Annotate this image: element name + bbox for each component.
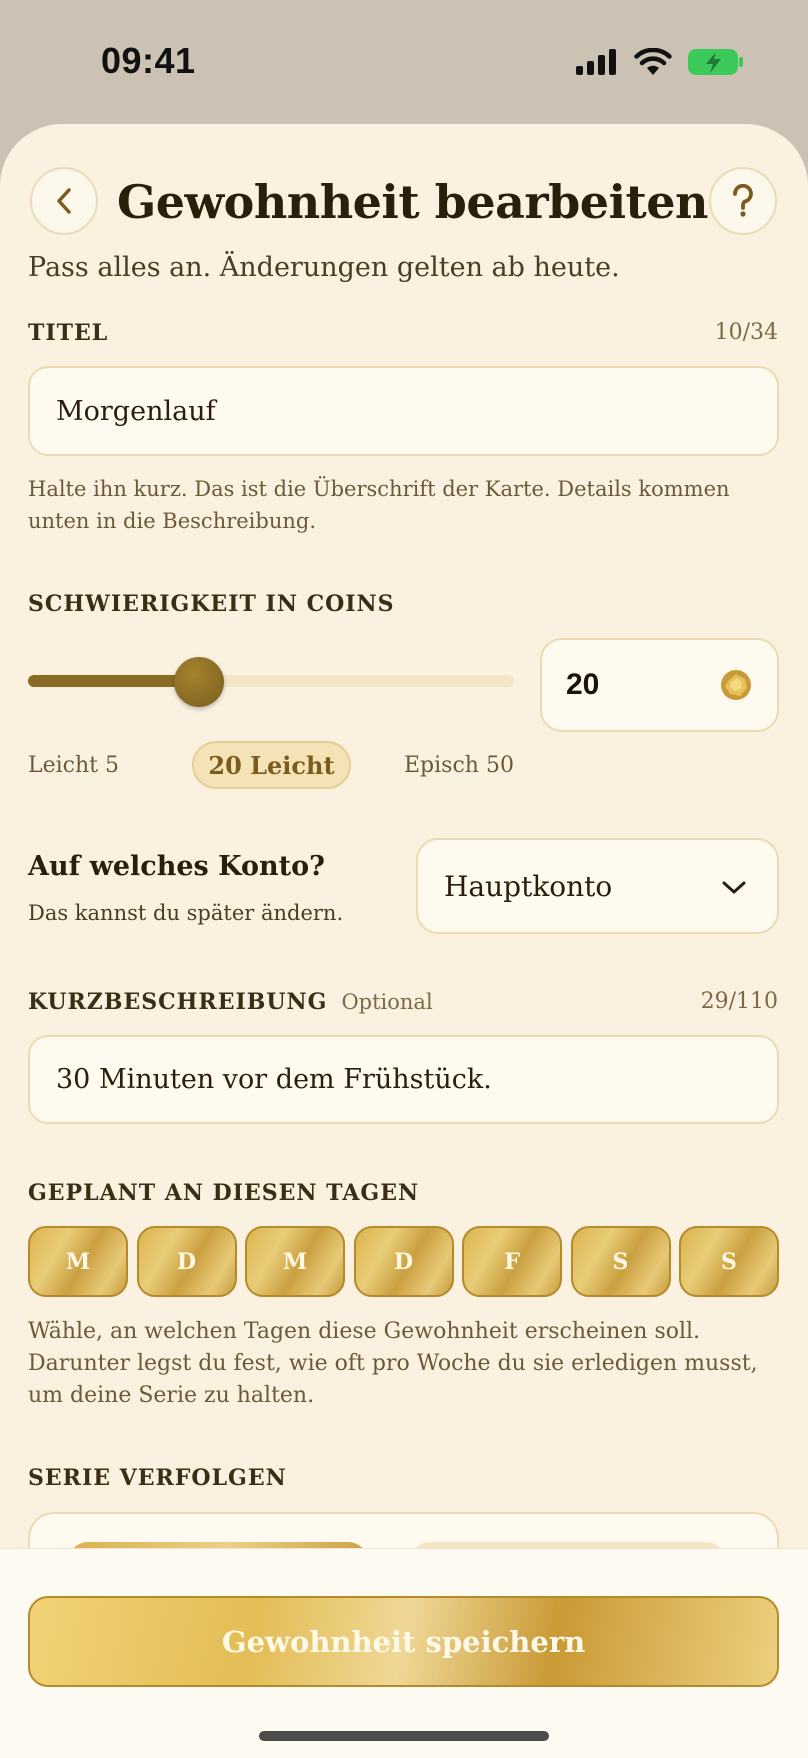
account-title: Auf welches Konto? <box>28 851 325 882</box>
coin-icon <box>721 670 751 700</box>
home-indicator <box>259 1731 549 1741</box>
description-optional-tag: Optional <box>341 990 433 1014</box>
battery-charging-icon <box>688 49 743 75</box>
account-subtitle: Das kannst du später ändern. <box>28 901 344 925</box>
difficulty-min-label: Leicht 5 <box>28 753 119 778</box>
status-time: 09:41 <box>101 40 196 81</box>
description-input-value: 30 Minuten vor dem Frühstück. <box>56 1064 492 1095</box>
title-counter: 10/34 <box>714 320 778 345</box>
coin-amount-value: 20 <box>566 668 600 701</box>
back-button[interactable] <box>30 167 98 235</box>
weekday-toggle[interactable]: M <box>245 1226 345 1297</box>
account-select-value: Hauptkonto <box>444 870 613 903</box>
title-input-value: Morgenlauf <box>56 395 216 427</box>
difficulty-max-label: Episch 50 <box>404 753 514 778</box>
schedule-label: GEPLANT AN DIESEN TAGEN <box>28 1180 420 1206</box>
status-bar: 09:41 <box>0 0 808 125</box>
description-label-text: KURZBESCHREIBUNG <box>28 989 328 1015</box>
schedule-hint: Wähle, an welchen Tagen diese Gewohnheit… <box>28 1319 758 1408</box>
difficulty-label: SCHWIERIGKEIT IN COINS <box>28 591 395 617</box>
page-subtitle: Pass alles an. Änderungen gelten ab heut… <box>28 252 620 283</box>
status-icons <box>576 48 744 76</box>
wifi-icon <box>634 48 672 75</box>
difficulty-slider-thumb[interactable] <box>174 657 224 707</box>
weekday-toggle[interactable]: F <box>462 1226 562 1297</box>
weekday-toggle[interactable]: D <box>353 1226 454 1297</box>
chevron-down-icon <box>722 881 746 894</box>
page-title: Gewohnheit bearbeiten <box>117 175 709 229</box>
weekday-toggle[interactable]: D <box>136 1226 237 1297</box>
streak-label: SERIE VERFOLGEN <box>28 1465 287 1491</box>
title-input[interactable]: Morgenlauf <box>28 366 779 456</box>
chevron-left-icon <box>57 188 71 214</box>
title-label: TITEL <box>28 320 109 346</box>
difficulty-slider-track[interactable] <box>28 675 514 687</box>
help-button[interactable] <box>709 167 777 235</box>
description-counter: 29/110 <box>700 989 778 1014</box>
weekday-toggle[interactable]: S <box>679 1226 779 1297</box>
save-habit-button[interactable]: Gewohnheit speichern <box>28 1596 779 1687</box>
weekday-toggle[interactable]: S <box>570 1226 671 1297</box>
weekday-selector: MDMDFSS <box>28 1226 779 1297</box>
difficulty-current-badge: 20 Leicht <box>192 741 351 789</box>
description-label: KURZBESCHREIBUNG Optional <box>28 989 433 1015</box>
weekday-toggle[interactable]: M <box>28 1226 128 1297</box>
account-select[interactable]: Hauptkonto <box>416 838 779 934</box>
title-hint: Halte ihn kurz. Das ist die Überschrift … <box>28 477 730 533</box>
description-input[interactable]: 30 Minuten vor dem Frühstück. <box>28 1035 779 1124</box>
question-mark-icon <box>733 184 753 217</box>
coin-amount-input[interactable]: 20 <box>540 638 779 732</box>
cellular-signal-icon <box>576 49 616 75</box>
